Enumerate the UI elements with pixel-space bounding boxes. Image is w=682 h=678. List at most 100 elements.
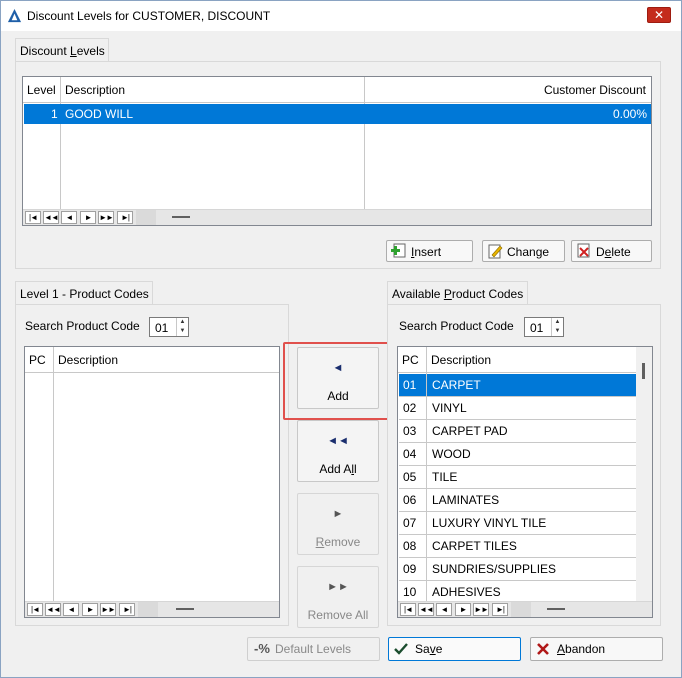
scroll-thumb[interactable] [172,216,190,218]
table-row[interactable]: 10 ADHESIVES [399,580,636,603]
save-button[interactable]: Save [388,637,521,661]
double-arrow-left-icon: ◄◄ [327,435,349,447]
discount-levels-grid[interactable]: Level Description Customer Discount 1 GO… [22,76,652,226]
tab-available-product-codes[interactable]: Available Product Codes [387,281,528,305]
next-record-button[interactable]: ► [82,603,98,616]
close-button[interactable]: ✕ [647,7,671,23]
last-record-button[interactable]: ►| [117,211,133,224]
default-levels-button[interactable]: -% Default Levels [247,637,380,661]
close-icon: ✕ [653,8,665,22]
arrow-right-icon: ► [332,508,344,520]
column-header-description[interactable]: Description [65,83,125,97]
table-row[interactable]: 08 CARPET TILES [399,534,636,557]
app-logo-icon [7,8,22,23]
percent-icon: -% [254,641,270,656]
column-header-description[interactable]: Description [431,353,491,367]
remove-button[interactable]: ► Remove [297,493,379,555]
row-description: SUNDRIES/SUPPLIES [432,562,557,576]
prev-page-button[interactable]: ◄◄ [418,603,434,616]
table-row[interactable]: 07 LUXURY VINYL TILE [399,511,636,534]
table-row[interactable]: 09 SUNDRIES/SUPPLIES [399,557,636,580]
horizontal-scrollbar[interactable] [136,210,156,225]
last-record-button[interactable]: ►| [492,603,508,616]
table-row[interactable]: 05 TILE [399,465,636,488]
row-description: VINYL [432,401,467,415]
vertical-scrollbar[interactable] [636,347,652,601]
table-row[interactable]: 1 GOOD WILL 0.00% [24,104,651,124]
navigation-bar: |◄ ◄◄ ◄ ► ►► ►| [398,601,652,617]
table-row[interactable]: 01 CARPET [399,374,636,396]
next-record-button[interactable]: ► [80,211,96,224]
horizontal-scrollbar[interactable] [138,602,158,617]
row-pc: 07 [403,516,417,530]
row-pc: 03 [403,424,417,438]
next-page-button[interactable]: ►► [473,603,489,616]
spin-down-icon[interactable]: ▼ [177,327,188,336]
remove-all-button[interactable]: ►► Remove All [297,566,379,628]
level-search-label: Search Product Code [25,319,140,333]
prev-page-button[interactable]: ◄◄ [45,603,61,616]
last-record-button[interactable]: ►| [119,603,135,616]
row-description: CARPET TILES [432,539,517,553]
first-record-button[interactable]: |◄ [400,603,416,616]
table-row[interactable]: 03 CARPET PAD [399,419,636,442]
row-level: 1 [51,107,58,121]
available-search-spinner[interactable]: 01 ▲ ▼ [524,317,564,337]
next-record-button[interactable]: ► [455,603,471,616]
x-icon [537,643,549,655]
column-header-pc[interactable]: PC [29,353,46,367]
table-row[interactable]: 02 VINYL [399,396,636,419]
horizontal-scrollbar[interactable] [511,602,531,617]
row-description: ADHESIVES [432,585,501,599]
spin-up-icon[interactable]: ▲ [177,318,188,327]
add-all-button[interactable]: ◄◄ Add All [297,420,379,482]
checkmark-icon [394,643,408,655]
row-pc: 06 [403,493,417,507]
scroll-thumb[interactable] [547,608,565,610]
next-page-button[interactable]: ►► [98,211,114,224]
tab-level-product-codes[interactable]: Level 1 - Product Codes [15,281,153,305]
insert-button[interactable]: Insert [386,240,473,262]
first-record-button[interactable]: |◄ [25,211,41,224]
change-icon [488,244,503,259]
available-search-label: Search Product Code [399,319,514,333]
row-pc: 01 [403,378,417,392]
delete-button[interactable]: Delete [571,240,652,262]
row-description: GOOD WILL [65,107,134,121]
level-product-codes-grid[interactable]: PC Description |◄ ◄◄ ◄ ► ►► ►| [24,346,280,618]
prev-page-button[interactable]: ◄◄ [43,211,59,224]
row-description: CARPET PAD [432,424,508,438]
column-header-pc[interactable]: PC [402,353,419,367]
row-pc: 08 [403,539,417,553]
scroll-thumb[interactable] [176,608,194,610]
level-search-spinner[interactable]: 01 ▲ ▼ [149,317,189,337]
insert-icon [391,243,406,258]
change-button[interactable]: Change [482,240,565,262]
first-record-button[interactable]: |◄ [27,603,43,616]
column-header-description[interactable]: Description [58,353,118,367]
prev-record-button[interactable]: ◄ [436,603,452,616]
table-row[interactable]: 06 LAMINATES [399,488,636,511]
window-title: Discount Levels for CUSTOMER, DISCOUNT [27,9,271,23]
next-page-button[interactable]: ►► [100,603,116,616]
delete-icon [577,243,590,258]
abandon-button[interactable]: Abandon [530,637,663,661]
spin-up-icon[interactable]: ▲ [552,318,563,327]
prev-record-button[interactable]: ◄ [63,603,79,616]
column-header-customer-discount[interactable]: Customer Discount [544,83,646,97]
row-pc: 05 [403,470,417,484]
scroll-thumb[interactable] [642,363,645,379]
prev-record-button[interactable]: ◄ [61,211,77,224]
spin-down-icon[interactable]: ▼ [552,327,563,336]
row-pc: 02 [403,401,417,415]
row-description: LUXURY VINYL TILE [432,516,547,530]
row-pc: 10 [403,585,417,599]
discount-levels-window: Discount Levels for CUSTOMER, DISCOUNT ✕… [0,0,682,678]
table-row[interactable]: 04 WOOD [399,442,636,465]
double-arrow-right-icon: ►► [327,581,349,593]
column-header-level[interactable]: Level [27,83,56,97]
navigation-bar: |◄ ◄◄ ◄ ► ►► ►| [25,601,279,617]
tab-discount-levels[interactable]: Discount Levels [15,38,109,62]
row-description: WOOD [432,447,471,461]
available-product-codes-grid[interactable]: PC Description 01 CARPET 02 VINYL 03 CARPET P… [397,346,653,618]
